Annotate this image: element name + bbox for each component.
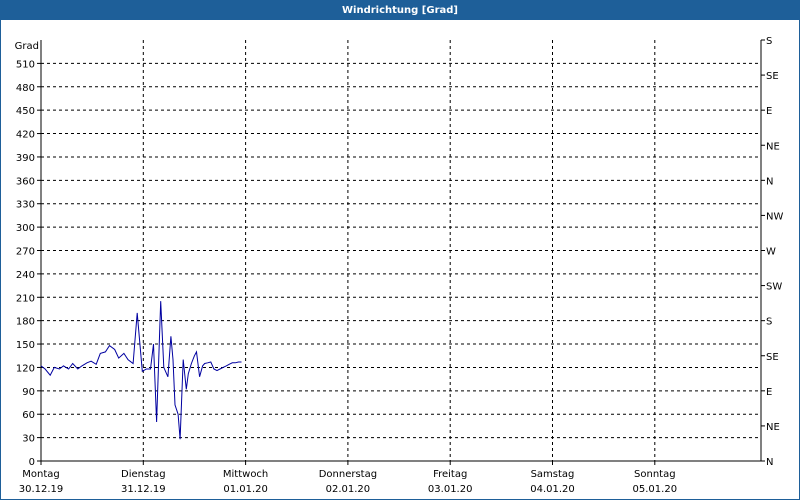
x-date-label: 01.01.20 bbox=[223, 484, 268, 495]
y-tick-label: 360 bbox=[16, 176, 35, 187]
x-date-label: 02.01.20 bbox=[326, 484, 371, 495]
y-tick-label: 30 bbox=[22, 434, 35, 445]
x-day-label: Sonntag bbox=[634, 469, 676, 480]
compass-label: S bbox=[766, 317, 772, 328]
y-tick-label: 300 bbox=[16, 223, 35, 234]
y-tick-label: 510 bbox=[16, 59, 35, 70]
y-tick-label: 480 bbox=[16, 83, 35, 94]
y-tick-label: 240 bbox=[16, 270, 35, 281]
compass-label: W bbox=[766, 247, 776, 258]
y-tick-label: 60 bbox=[22, 410, 35, 421]
y-tick-label: 450 bbox=[16, 106, 35, 117]
compass-label: SE bbox=[766, 71, 779, 82]
compass-label: N bbox=[766, 457, 773, 468]
chart-title: Windrichtung [Grad] bbox=[1, 1, 799, 20]
y-tick-label: 330 bbox=[16, 200, 35, 211]
x-day-label: Mittwoch bbox=[223, 469, 268, 480]
x-date-label: 30.12.19 bbox=[19, 484, 64, 495]
compass-label: NE bbox=[766, 141, 780, 152]
x-day-label: Samstag bbox=[531, 469, 575, 480]
compass-label: NW bbox=[766, 211, 783, 222]
y-axis-title: Grad bbox=[15, 41, 39, 52]
x-date-label: 04.01.20 bbox=[530, 484, 575, 495]
series-line-wind-direction bbox=[40, 301, 242, 440]
y-tick-label: 420 bbox=[16, 130, 35, 141]
compass-label: SW bbox=[766, 282, 782, 293]
chart-window: Windrichtung [Grad] 0 30 60 90 120 150 180 210 2… bbox=[0, 0, 800, 500]
y-tick-label: 120 bbox=[16, 363, 35, 374]
compass-label: S bbox=[766, 36, 772, 47]
compass-label: E bbox=[766, 387, 772, 398]
wind-direction-chart: 0 30 60 90 120 150 180 210 240 270 300 330 360 390 420… bbox=[15, 36, 784, 495]
y-tick-label: 0 bbox=[29, 457, 35, 468]
x-day-label: Montag bbox=[22, 469, 59, 480]
x-date-label: 31.12.19 bbox=[121, 484, 166, 495]
y-tick-label: 390 bbox=[16, 153, 35, 164]
compass-label: E bbox=[766, 106, 772, 117]
y-tick-label: 180 bbox=[16, 317, 35, 328]
y-tick-label: 90 bbox=[22, 387, 35, 398]
compass-label: SE bbox=[766, 352, 779, 363]
x-day-label: Donnerstag bbox=[319, 469, 377, 480]
y-tick-label: 150 bbox=[16, 340, 35, 351]
x-day-label: Dienstag bbox=[121, 469, 166, 480]
y-tick-label: 270 bbox=[16, 247, 35, 258]
x-date-label: 03.01.20 bbox=[428, 484, 473, 495]
compass-label: N bbox=[766, 176, 773, 187]
y-tick-label: 210 bbox=[16, 293, 35, 304]
x-date-label: 05.01.20 bbox=[633, 484, 678, 495]
x-day-label: Freitag bbox=[433, 469, 467, 480]
compass-label: NE bbox=[766, 422, 780, 433]
